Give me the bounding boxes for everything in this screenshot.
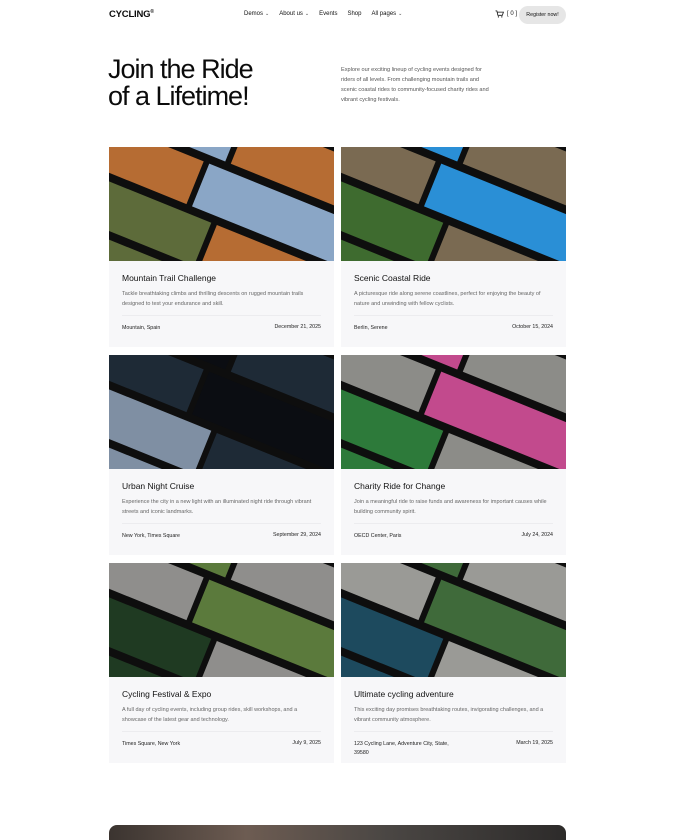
- event-image: [341, 563, 566, 677]
- divider: [122, 523, 321, 524]
- event-date: October 15, 2024: [512, 324, 553, 330]
- divider: [122, 315, 321, 316]
- cart-count: [ 0 ]: [507, 11, 518, 17]
- nav-events[interactable]: Events: [319, 11, 337, 17]
- event-title[interactable]: Charity Ride for Change: [354, 481, 445, 491]
- event-title[interactable]: Cycling Festival & Expo: [122, 689, 211, 699]
- nav-about-us[interactable]: About us ⌄: [279, 11, 309, 17]
- nav-label: Demos: [244, 11, 264, 17]
- event-location: Mountain, Spain: [122, 325, 161, 331]
- register-button[interactable]: Register now!: [519, 6, 566, 24]
- event-card[interactable]: Mountain Trail Challenge Tackle breathta…: [109, 147, 334, 347]
- footer-banner-image: [109, 825, 566, 840]
- chevron-down-icon: ⌄: [304, 11, 310, 17]
- event-description: This exciting day promises breathtaking …: [354, 707, 544, 723]
- event-description: Join a meaningful ride to raise funds an…: [354, 499, 547, 515]
- event-date: July 9, 2025: [292, 740, 321, 746]
- event-title[interactable]: Urban Night Cruise: [122, 481, 194, 491]
- event-title[interactable]: Mountain Trail Challenge: [122, 273, 216, 283]
- event-image: [341, 355, 566, 469]
- event-image: [341, 147, 566, 261]
- divider: [354, 315, 553, 316]
- chevron-down-icon: ⌄: [265, 11, 270, 17]
- event-location: 123 Cycling Lane, Adventure City, State,…: [354, 741, 449, 756]
- event-card[interactable]: Ultimate cycling adventure This exciting…: [341, 563, 566, 763]
- event-date: September 29, 2024: [272, 532, 321, 538]
- nav-label: Shop: [347, 11, 362, 17]
- cart-button[interactable]: [ 0 ]: [495, 10, 517, 18]
- event-location: OECD Center, Paris: [354, 533, 402, 539]
- event-card[interactable]: Urban Night Cruise Experience the city i…: [109, 355, 334, 555]
- event-title[interactable]: Ultimate cycling adventure: [354, 689, 454, 699]
- event-image: [109, 355, 334, 469]
- event-description: A picturesque ride along serene coastlin…: [354, 291, 541, 307]
- page-title: Join the Ride of a Lifetime!: [108, 54, 254, 111]
- event-image: [109, 147, 334, 261]
- nav-all-pages[interactable]: All pages ⌄: [371, 11, 402, 17]
- nav-label: All pages: [371, 11, 397, 17]
- event-card[interactable]: Scenic Coastal Ride A picturesque ride a…: [341, 147, 566, 347]
- event-description: A full day of cycling events, including …: [122, 707, 298, 723]
- nav-shop[interactable]: Shop: [347, 11, 361, 17]
- event-card[interactable]: Cycling Festival & Expo A full day of cy…: [109, 563, 334, 763]
- divider: [122, 731, 321, 732]
- event-description: Tackle breathtaking climbs and thrilling…: [122, 291, 304, 307]
- nav-label: Events: [319, 11, 338, 17]
- chevron-down-icon: ⌄: [398, 11, 403, 17]
- divider: [354, 523, 553, 524]
- site-header: CYCLING® Demos ⌄ About us ⌄ Events Shop Al…: [0, 0, 675, 32]
- event-date: July 24, 2024: [521, 532, 553, 538]
- event-location: Berlin, Serene: [354, 325, 388, 331]
- event-title[interactable]: Scenic Coastal Ride: [354, 273, 431, 283]
- event-date: March 19, 2025: [516, 740, 553, 746]
- event-location: Times Square, New York: [122, 741, 181, 747]
- hero-description: Explore our exciting lineup of cycling e…: [341, 67, 489, 103]
- cart-icon: [495, 10, 504, 18]
- event-date: December 21, 2025: [274, 324, 321, 330]
- event-card[interactable]: Charity Ride for Change Join a meaningfu…: [341, 355, 566, 555]
- site-logo[interactable]: CYCLING®: [109, 9, 154, 20]
- main-nav: Demos ⌄ About us ⌄ Events Shop All pages ⌄: [244, 11, 402, 17]
- event-description: Experience the city in a new light with …: [122, 499, 312, 515]
- event-image: [109, 563, 334, 677]
- divider: [354, 731, 553, 732]
- event-location: New York, Times Square: [122, 533, 180, 539]
- nav-demos[interactable]: Demos ⌄: [244, 11, 269, 17]
- nav-label: About us: [279, 11, 303, 17]
